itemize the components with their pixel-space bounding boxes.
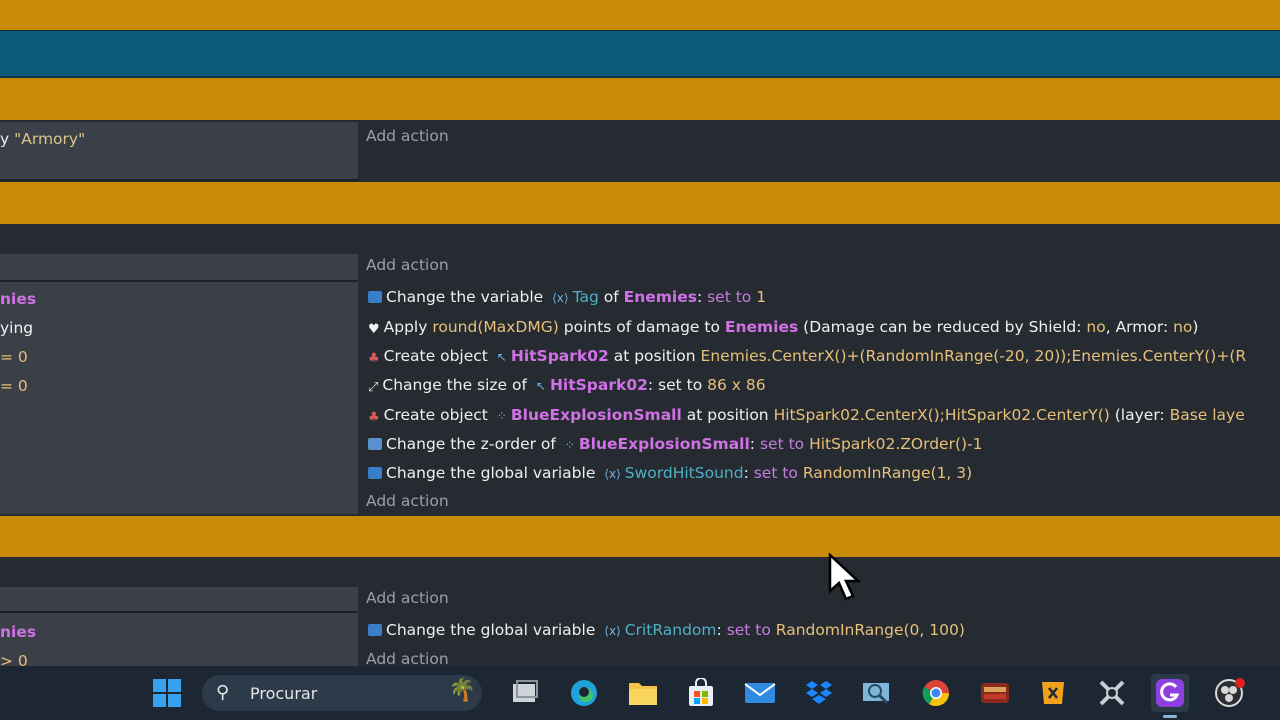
- action-apply-damage[interactable]: ♥ Apply round(MaxDMG) points of damage to…: [368, 317, 1198, 337]
- variable-icon: [368, 467, 382, 479]
- action-create-object[interactable]: ♣ Create object ⁘ BlueExplosionSmall at po…: [368, 405, 1245, 426]
- file-explorer-icon[interactable]: [624, 674, 662, 712]
- sprite-icon: ↖: [535, 379, 546, 393]
- event-group-band[interactable]: [0, 78, 1280, 120]
- event-group-band[interactable]: [0, 516, 1280, 557]
- search-icon: ⚲: [216, 682, 230, 703]
- event-conditions[interactable]: [0, 587, 358, 611]
- action-change-global-variable[interactable]: Change the global variable ⟨x⟩ CritRandom…: [368, 620, 965, 641]
- condition-object[interactable]: nies: [0, 622, 36, 642]
- condition-text[interactable]: ying: [0, 318, 33, 338]
- create-object-icon: ♣: [368, 410, 380, 425]
- divider: [0, 179, 358, 181]
- variable-icon: [368, 624, 382, 636]
- store-icon[interactable]: [682, 674, 720, 712]
- screen-capture-icon[interactable]: [858, 674, 896, 712]
- app-icon-3[interactable]: [1093, 674, 1131, 712]
- z-order-icon: [368, 438, 382, 450]
- task-view-icon[interactable]: [506, 674, 544, 712]
- active-app-indicator: [1163, 715, 1177, 718]
- action-change-variable[interactable]: Change the variable ⟨x⟩ Tag of Enemies: s…: [368, 287, 766, 308]
- condition-object[interactable]: nies: [0, 289, 36, 309]
- app-icon-1[interactable]: [976, 674, 1014, 712]
- add-action-link[interactable]: Add action: [366, 491, 449, 511]
- global-variable-icon: ⟨x⟩: [604, 624, 621, 638]
- heart-icon: ♥: [368, 322, 380, 337]
- event-conditions[interactable]: [0, 254, 358, 280]
- add-action-link[interactable]: Add action: [366, 255, 449, 275]
- condition-text[interactable]: = 0: [0, 376, 28, 396]
- taskbar-search[interactable]: ⚲ Procurar 🌴: [202, 675, 482, 711]
- resize-icon: ⤢: [368, 380, 379, 395]
- add-action-link[interactable]: Add action: [366, 588, 449, 608]
- mouse-cursor-icon: [828, 553, 862, 601]
- chrome-icon[interactable]: [917, 674, 955, 712]
- windows-start-icon[interactable]: [148, 674, 186, 712]
- event-group-band[interactable]: [0, 182, 1280, 224]
- event-group-header[interactable]: [0, 30, 1280, 78]
- add-action-link[interactable]: Add action: [366, 126, 449, 146]
- particle-emitter-icon: ⁘: [564, 438, 575, 452]
- obs-icon[interactable]: [1210, 674, 1248, 712]
- event-conditions[interactable]: [0, 282, 358, 514]
- action-change-global-variable[interactable]: Change the global variable ⟨x⟩ SwordHitSo…: [368, 463, 972, 484]
- dropbox-icon[interactable]: [800, 674, 838, 712]
- variable-object-icon: ⟨x⟩: [552, 291, 569, 305]
- particle-emitter-icon: ⁘: [496, 409, 507, 423]
- edge-icon[interactable]: [565, 674, 603, 712]
- event-group-band[interactable]: [0, 0, 1280, 30]
- condition-text[interactable]: y "Armory": [0, 129, 85, 149]
- action-change-size[interactable]: ⤢ Change the size of ↖ HitSpark02: set to …: [368, 375, 766, 396]
- search-widget-icon: 🌴: [448, 678, 476, 703]
- create-object-icon: ♣: [368, 351, 380, 366]
- global-variable-icon: ⟨x⟩: [604, 467, 621, 481]
- action-change-z-order[interactable]: Change the z-order of ⁘ BlueExplosionSmal…: [368, 434, 983, 455]
- action-create-object[interactable]: ♣ Create object ↖ HitSpark02 at position E…: [368, 346, 1246, 367]
- gdevelop-icon[interactable]: [1151, 674, 1189, 712]
- mail-icon[interactable]: [741, 674, 779, 712]
- event-conditions-header: [0, 224, 358, 254]
- variable-icon: [368, 291, 382, 303]
- condition-text[interactable]: = 0: [0, 347, 28, 367]
- taskbar: ⚲ Procurar 🌴: [0, 666, 1280, 720]
- event-conditions[interactable]: [0, 613, 358, 666]
- app-icon-2[interactable]: [1034, 674, 1072, 712]
- sprite-icon: ↖: [496, 350, 507, 364]
